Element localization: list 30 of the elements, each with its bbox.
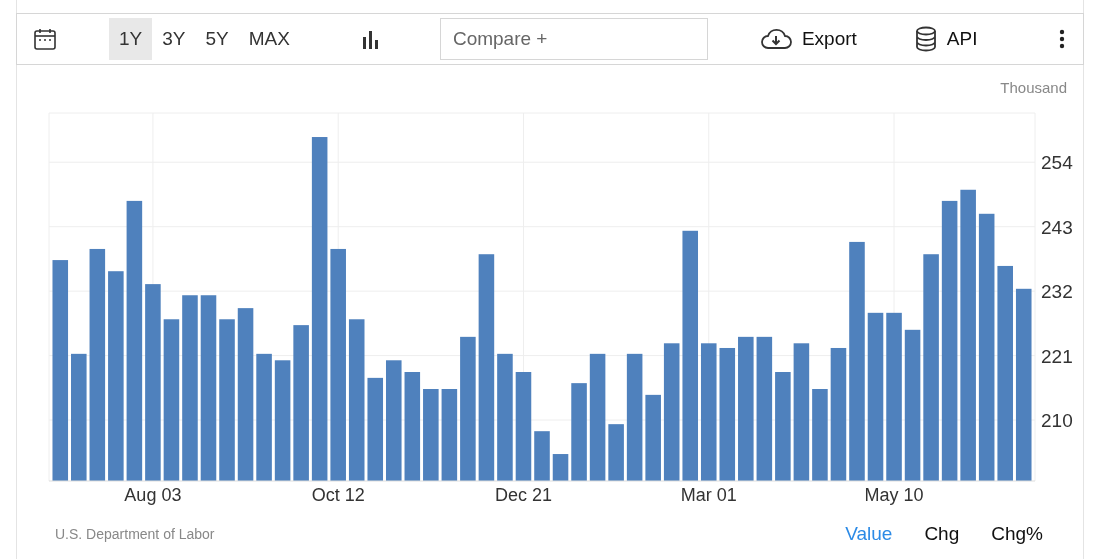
cloud-download-icon: [759, 28, 792, 50]
database-icon: [914, 26, 937, 52]
compare-field[interactable]: Compare +: [439, 18, 708, 60]
x-tick-label: Aug 03: [124, 485, 182, 505]
y-tick-label: 232: [1041, 281, 1073, 303]
y-tick-label: 254: [1041, 152, 1073, 174]
view-tab[interactable]: Value: [845, 523, 893, 545]
x-tick-label: Dec 21: [494, 485, 552, 505]
range-tab[interactable]: 5Y: [195, 18, 239, 60]
y-tick-label: 210: [1041, 410, 1073, 432]
y-tick-label: 243: [1041, 216, 1073, 238]
y-tick-label: 221: [1041, 345, 1073, 367]
export-button[interactable]: Export: [759, 28, 857, 50]
view-tab[interactable]: Chg: [924, 523, 960, 545]
unit-label: Thousand: [1000, 79, 1067, 96]
range-tab[interactable]: MAX: [238, 18, 300, 60]
value-bar: [552, 454, 569, 481]
x-tick-label: Mar 01: [680, 485, 737, 505]
more-icon[interactable]: [1059, 29, 1065, 49]
calendar-icon[interactable]: [33, 27, 57, 51]
range-tab[interactable]: 1Y: [109, 18, 153, 60]
bar-chart-icon[interactable]: [361, 29, 380, 49]
value-bar: [608, 424, 624, 481]
range-tab[interactable]: 3Y: [152, 18, 196, 60]
api-button[interactable]: API: [914, 26, 978, 52]
view-tab[interactable]: Chg%: [991, 523, 1043, 545]
source-label: U.S. Department of Labor: [55, 526, 215, 542]
value-bar: [534, 431, 550, 481]
x-tick-label: Oct 12: [311, 485, 365, 505]
x-tick-label: May 10: [864, 485, 924, 505]
